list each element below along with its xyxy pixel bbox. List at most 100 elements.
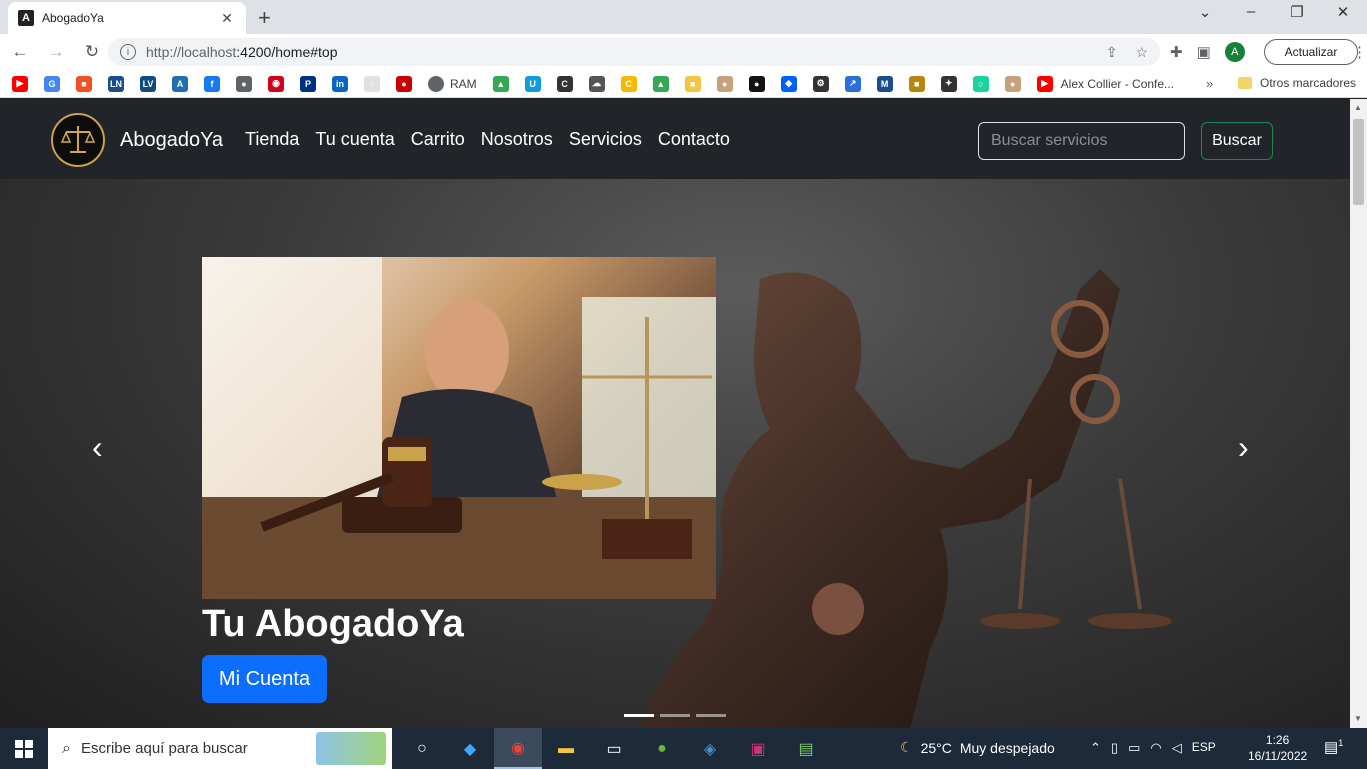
cortana-icon[interactable]: ○ <box>398 728 446 769</box>
tray-chevron-icon[interactable]: ⌃ <box>1090 740 1101 756</box>
nav-link-carrito[interactable]: Carrito <box>411 129 465 150</box>
terminal-icon[interactable]: ▭ <box>590 728 638 769</box>
paypal-icon[interactable]: P <box>300 75 316 92</box>
carousel-prev-icon[interactable]: ‹ <box>92 429 103 466</box>
address-bar[interactable]: i http://localhost:4200/home#top ⇪ ☆ <box>108 38 1160 66</box>
reload-icon[interactable]: ↻ <box>76 42 108 62</box>
drive-icon[interactable]: ▲ <box>492 75 509 92</box>
lv-icon[interactable]: LV <box>140 75 156 92</box>
clock-time: 1:26 <box>1265 733 1290 747</box>
close-tab-icon[interactable]: ✕ <box>218 10 236 27</box>
youtube-icon[interactable]: ▶ <box>12 75 28 92</box>
carousel-caption-title: Tu AbogadoYa <box>202 603 464 645</box>
mvn-icon[interactable]: M <box>876 75 893 92</box>
cloud-icon[interactable]: ☁ <box>588 75 605 92</box>
mi-cuenta-button[interactable]: Mi Cuenta <box>202 655 327 703</box>
c-icon[interactable]: C <box>620 75 637 92</box>
taskbar-search-box[interactable]: ⌕ Escribe aquí para buscar <box>48 728 392 769</box>
share-icon[interactable]: ↗ <box>844 75 861 92</box>
browser-tab-strip: A AbogadoYa ✕ + ⌄ – ❐ ✕ <box>0 0 1367 34</box>
afip-icon[interactable]: A <box>172 75 188 92</box>
meet-icon[interactable]: ▯ <box>1111 740 1118 756</box>
note-icon[interactable]: ■ <box>684 75 701 92</box>
avatar-icon-2[interactable]: ● <box>1004 75 1021 92</box>
back-icon[interactable]: ← <box>4 42 36 62</box>
page-scrollbar[interactable]: ▲ ▼ <box>1350 99 1367 728</box>
language-indicator[interactable]: ESP <box>1192 740 1216 756</box>
sparkle-icon[interactable]: ✦ <box>940 75 957 92</box>
forward-icon[interactable]: → <box>40 42 72 62</box>
dropbox-icon[interactable]: ◆ <box>780 75 797 92</box>
new-tab-icon[interactable]: + <box>258 5 271 31</box>
drive-icon-2[interactable]: ▲ <box>652 75 669 92</box>
battery-icon[interactable]: ▭ <box>1128 740 1140 756</box>
ln-icon[interactable]: LN <box>108 75 124 92</box>
windows-start-icon[interactable] <box>0 728 48 769</box>
bookmark-alex-collier[interactable]: Alex Collier - Confe... <box>1061 77 1174 91</box>
scroll-up-icon[interactable]: ▲ <box>1354 103 1362 112</box>
carousel-indicator-1[interactable] <box>624 714 654 717</box>
search-services-input[interactable] <box>978 122 1185 160</box>
settings-icon[interactable]: ⚙ <box>812 75 829 92</box>
netbeans-icon[interactable]: ▣ <box>734 728 782 769</box>
nav-link-servicios[interactable]: Servicios <box>569 129 642 150</box>
globe-icon[interactable]: ● <box>236 75 252 92</box>
google-icon[interactable]: G <box>44 75 60 92</box>
carousel-next-icon[interactable]: › <box>1238 429 1249 466</box>
circle-icon[interactable]: ○ <box>364 75 380 92</box>
search-icon: ⌕ <box>62 739 71 757</box>
taskbar-apps: ○ ◆ ◉ ▬ ▭ ● ◈ ▣ ▤ <box>398 728 830 769</box>
bank-icon[interactable]: ◉ <box>268 75 284 92</box>
box-icon[interactable]: ■ <box>908 75 925 92</box>
close-window-icon[interactable]: ✕ <box>1320 3 1366 21</box>
minimize-icon[interactable]: – <box>1228 3 1274 20</box>
wifi-icon[interactable]: ◠ <box>1150 740 1161 756</box>
facebook-icon[interactable]: f <box>204 75 220 92</box>
browser-tab[interactable]: A AbogadoYa ✕ <box>8 2 246 34</box>
mysql-workbench-icon[interactable]: ◈ <box>686 728 734 769</box>
u-icon[interactable]: U <box>524 75 541 92</box>
side-panel-icon[interactable]: ▣ <box>1197 43 1211 61</box>
chrome-icon[interactable]: ◉ <box>494 728 542 769</box>
avatar-icon[interactable]: ● <box>716 75 733 92</box>
spring-icon[interactable]: ● <box>638 728 686 769</box>
notepad-icon[interactable]: ▤ <box>782 728 830 769</box>
github-icon[interactable]: ● <box>748 75 765 92</box>
share-icon[interactable]: ⇪ <box>1106 44 1118 61</box>
taskbar-clock[interactable]: 1:26 16/11/2022 <box>1248 732 1307 764</box>
volume-icon[interactable]: ◁ <box>1172 740 1182 756</box>
linkedin-icon[interactable]: in <box>332 75 348 92</box>
record-icon[interactable]: ● <box>396 75 412 92</box>
globe-icon[interactable] <box>428 75 444 92</box>
scroll-thumb[interactable] <box>1353 119 1364 205</box>
site-info-icon[interactable]: i <box>120 44 136 60</box>
doc-icon[interactable]: C <box>556 75 573 92</box>
nav-link-contacto[interactable]: Contacto <box>658 129 730 150</box>
bookmark-star-icon[interactable]: ☆ <box>1135 44 1148 61</box>
update-button[interactable]: Actualizar <box>1264 39 1358 65</box>
vscode-icon[interactable]: ◆ <box>446 728 494 769</box>
nav-link-tu-cuenta[interactable]: Tu cuenta <box>315 129 394 150</box>
carousel-indicator-2[interactable] <box>660 714 690 717</box>
bookmarks-overflow-icon[interactable]: » <box>1206 76 1213 91</box>
taskbar-weather[interactable]: ☾ 25°C Muy despejado <box>900 739 1055 756</box>
chevron-down-icon[interactable]: ⌄ <box>1182 3 1228 21</box>
carousel-indicator-3[interactable] <box>696 714 726 717</box>
profile-avatar[interactable]: A <box>1224 42 1245 62</box>
file-explorer-icon[interactable]: ▬ <box>542 728 590 769</box>
menu-kebab-icon[interactable]: ⋮ <box>1352 43 1367 61</box>
scales-logo-icon[interactable] <box>51 113 105 167</box>
site-brand[interactable]: AbogadoYa <box>120 129 223 152</box>
circle-green-icon[interactable]: ○ <box>972 75 989 92</box>
notification-center-icon[interactable]: ▤1 <box>1324 738 1343 756</box>
restore-icon[interactable]: ❐ <box>1274 3 1320 21</box>
youtube-icon-2[interactable]: ▶ <box>1036 75 1053 92</box>
microsoft-icon[interactable]: ■ <box>76 75 92 92</box>
bookmark-ram[interactable]: RAM <box>450 77 477 91</box>
nav-link-tienda[interactable]: Tienda <box>245 129 299 150</box>
other-bookmarks[interactable]: Otros marcadores <box>1238 76 1356 90</box>
search-button[interactable]: Buscar <box>1201 122 1273 160</box>
scroll-down-icon[interactable]: ▼ <box>1354 714 1362 723</box>
extensions-puzzle-icon[interactable]: ✚ <box>1170 43 1183 61</box>
nav-link-nosotros[interactable]: Nosotros <box>481 129 553 150</box>
